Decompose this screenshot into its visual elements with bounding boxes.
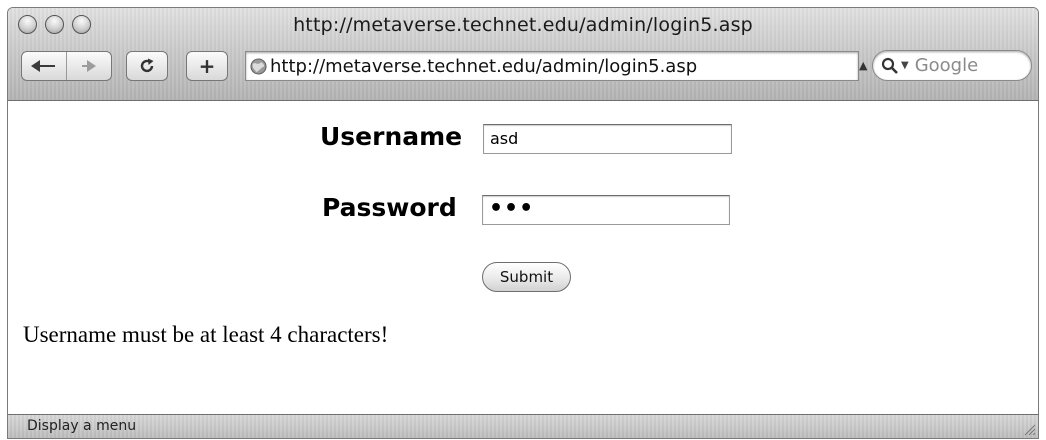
forward-arrow-icon [82, 60, 96, 72]
status-text: Display a menu [27, 418, 137, 434]
username-input[interactable]: asd [483, 124, 732, 154]
snapback-icon[interactable]: ▲ [859, 59, 867, 72]
address-text: http://metaverse.technet.edu/admin/login… [270, 55, 698, 77]
add-bookmark-button[interactable]: + [186, 51, 228, 81]
back-button[interactable] [22, 52, 67, 80]
plus-icon: + [198, 54, 216, 78]
forward-button[interactable] [67, 52, 111, 80]
page-content: Username asd Password ••• Submit Usernam… [8, 101, 1038, 417]
resize-grip-icon[interactable] [1022, 422, 1036, 436]
search-field[interactable]: ▼ Google [872, 50, 1032, 81]
search-placeholder: Google [914, 55, 979, 76]
address-bar[interactable]: http://metaverse.technet.edu/admin/login… [245, 51, 859, 81]
password-label: Password [322, 193, 457, 222]
browser-window: http://metaverse.technet.edu/admin/login… [7, 7, 1039, 439]
reload-icon [140, 58, 154, 73]
window-title: http://metaverse.technet.edu/admin/login… [293, 14, 753, 36]
error-message: Username must be at least 4 characters! [23, 322, 389, 347]
status-bar: Display a menu [8, 414, 1038, 438]
password-input[interactable]: ••• [482, 195, 730, 225]
back-forward-group [21, 51, 112, 81]
browser-toolbar: http://metaverse.technet.edu/admin/login… [8, 8, 1038, 101]
search-icon [881, 57, 898, 74]
back-arrow-icon [31, 60, 55, 72]
reload-button[interactable] [126, 51, 168, 81]
username-label: Username [320, 122, 463, 151]
submit-button[interactable]: Submit [482, 262, 571, 292]
globe-icon [250, 57, 267, 75]
chevron-down-icon[interactable]: ▼ [901, 60, 909, 71]
